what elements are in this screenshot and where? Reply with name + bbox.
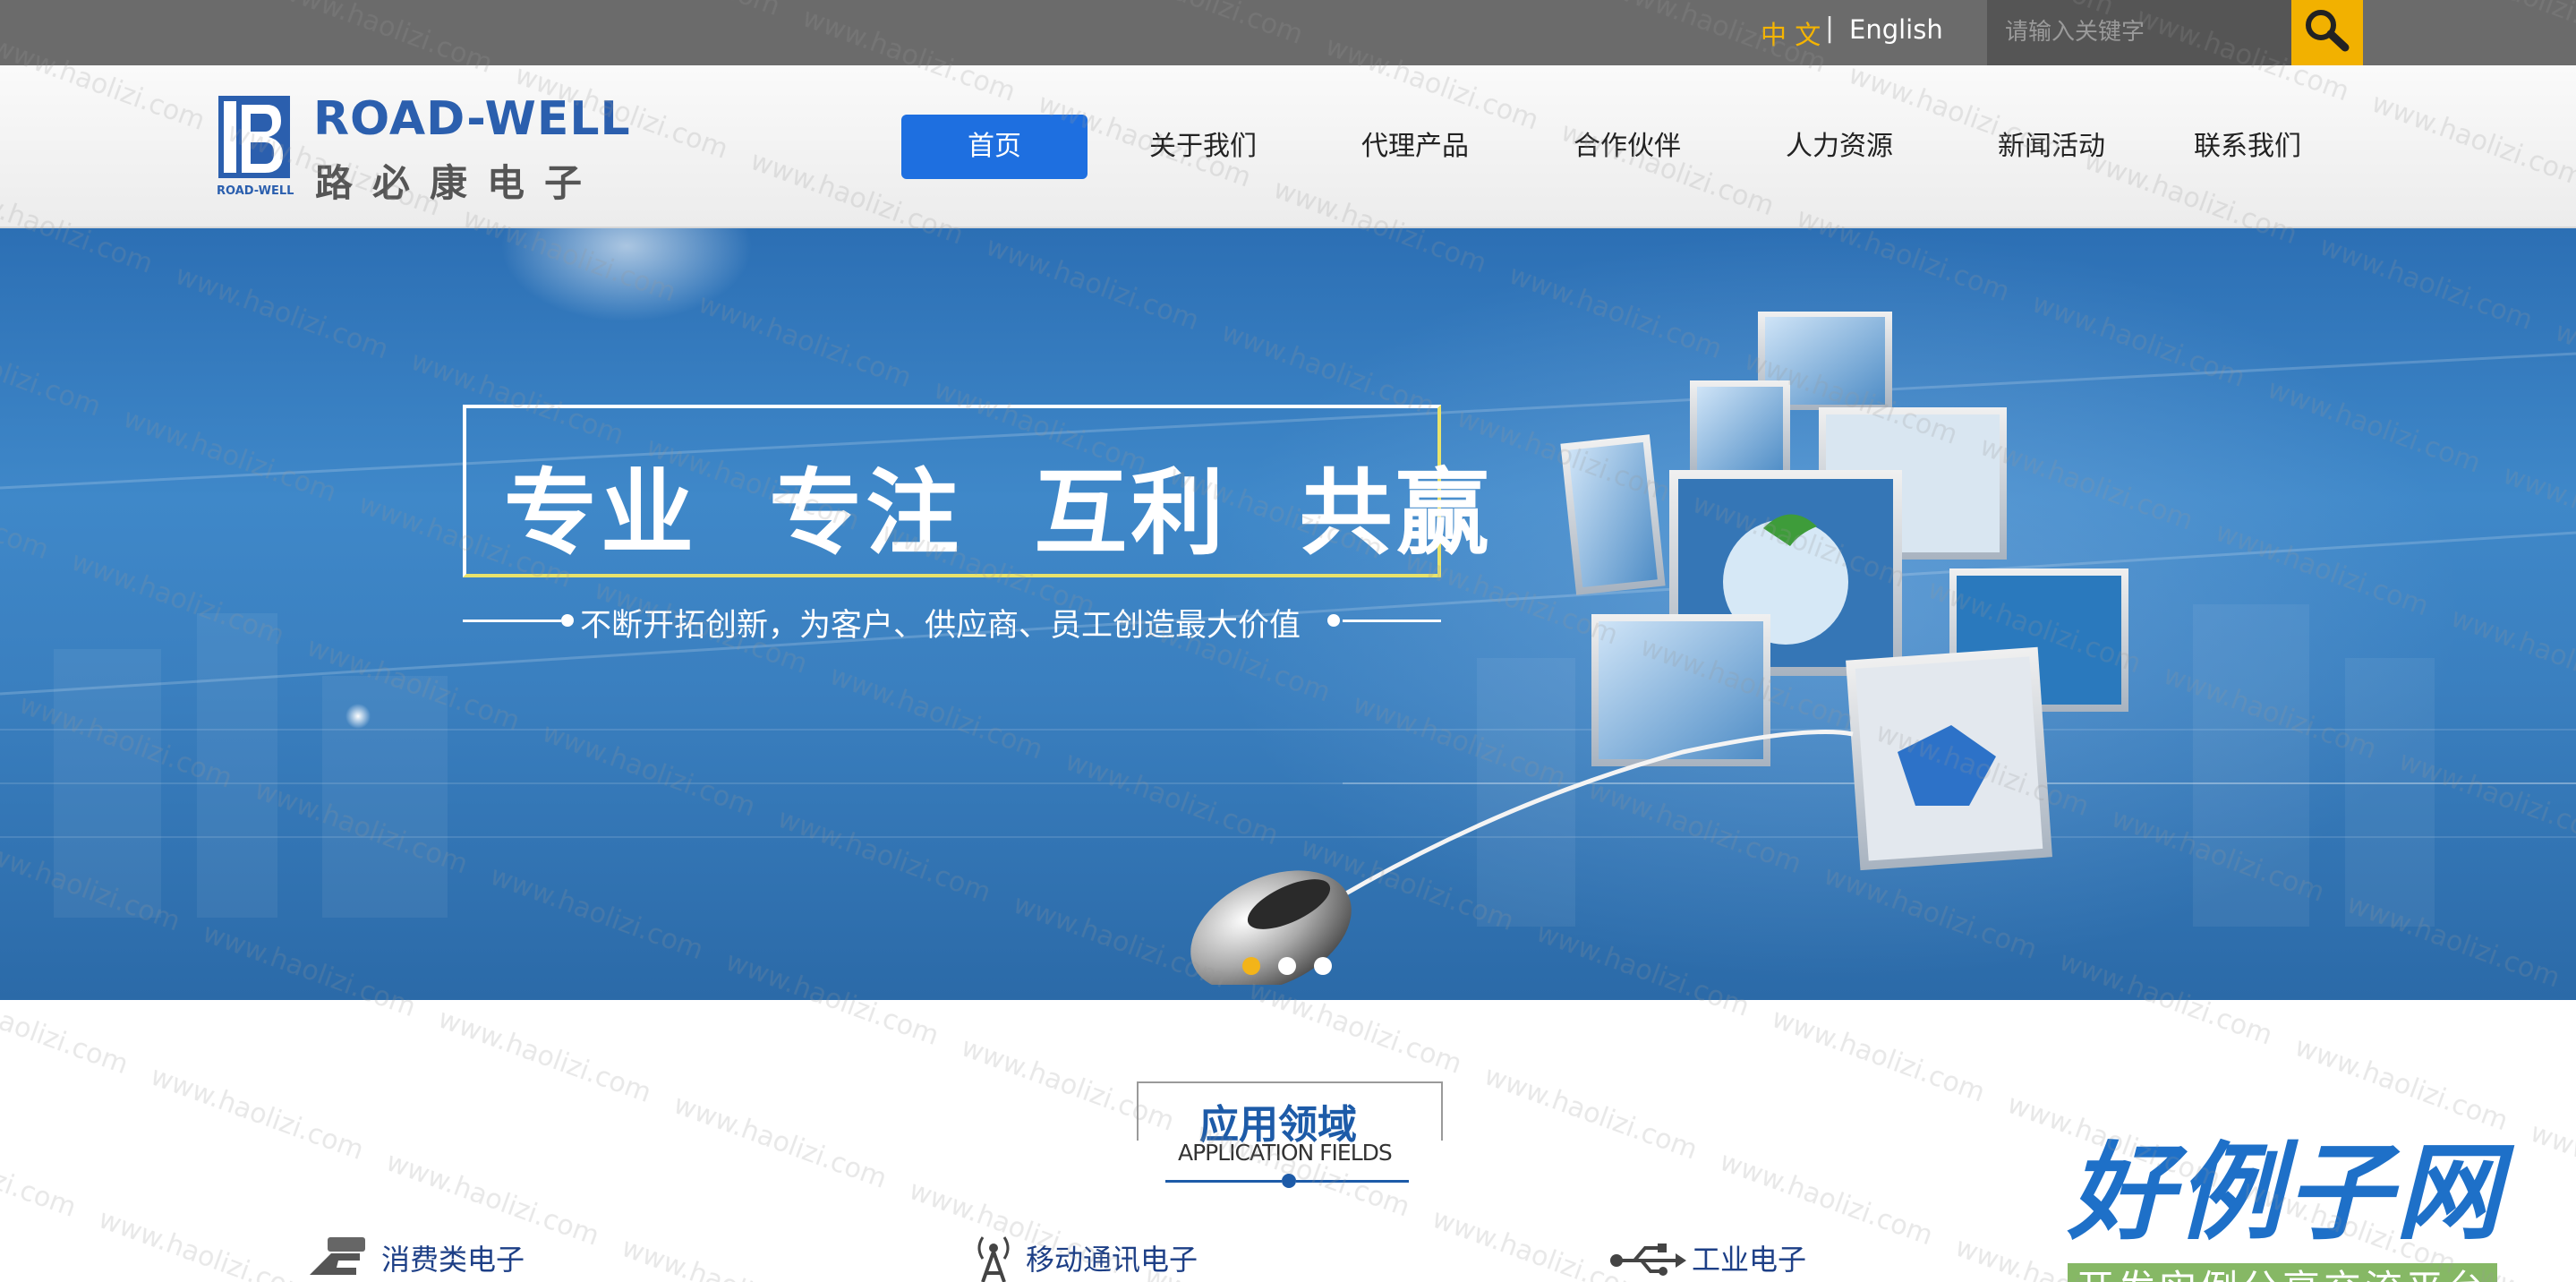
nav-item-about[interactable]: 关于我们 bbox=[1088, 115, 1318, 179]
watermark-subtitle: 开发实例分享交流平台 bbox=[2068, 1263, 2497, 1282]
hand-device-icon bbox=[310, 1237, 365, 1275]
field-industrial-electronics[interactable]: 工业电子 bbox=[1608, 1234, 1806, 1282]
slider-dot-2[interactable] bbox=[1278, 957, 1296, 975]
search-input[interactable] bbox=[2005, 16, 2273, 48]
section-title-en: APPLICATION FIELDS bbox=[1178, 1140, 1393, 1166]
nav-item-home[interactable]: 首页 bbox=[901, 115, 1088, 179]
slider-dot-1[interactable] bbox=[1242, 957, 1260, 975]
nav-item-partners[interactable]: 合作伙伴 bbox=[1512, 115, 1743, 179]
slider-dot-3[interactable] bbox=[1314, 957, 1332, 975]
section-underline-right bbox=[1296, 1180, 1409, 1183]
field-label: 消费类电子 bbox=[381, 1243, 525, 1277]
field-label: 工业电子 bbox=[1692, 1243, 1807, 1277]
watermark-title: 好例子网 bbox=[2068, 1131, 2505, 1254]
logo-mark-caption: ROAD-WELL bbox=[217, 184, 294, 198]
slider-dots bbox=[1242, 957, 1350, 975]
top-bar: 中 文 | English bbox=[0, 0, 2576, 65]
field-mobile-communication[interactable]: 移动通讯电子 bbox=[967, 1234, 1198, 1282]
antenna-icon bbox=[977, 1236, 1010, 1282]
nav-item-products[interactable]: 代理产品 bbox=[1318, 115, 1512, 179]
road-well-logo-mark[interactable]: ROAD-WELL bbox=[215, 92, 297, 198]
main-nav: 首页 关于我们 代理产品 合作伙伴 人力资源 新闻活动 联系我们 bbox=[901, 115, 2328, 179]
usb-icon bbox=[1610, 1244, 1686, 1276]
search-box bbox=[1987, 0, 2291, 65]
nav-item-contact[interactable]: 联系我们 bbox=[2167, 115, 2328, 179]
field-label: 移动通讯电子 bbox=[1026, 1243, 1198, 1277]
search-button[interactable] bbox=[2291, 0, 2363, 65]
nav-item-news[interactable]: 新闻活动 bbox=[1936, 115, 2167, 179]
section-underline-left bbox=[1165, 1180, 1282, 1183]
network-monitors-illustration bbox=[1190, 312, 2128, 985]
nav-item-hr[interactable]: 人力资源 bbox=[1743, 115, 1936, 179]
tagline-line-left bbox=[463, 620, 561, 622]
site-header: ROAD-WELL ROAD-WELL 路必康电子 首页 关于我们 代理产品 合… bbox=[0, 65, 2576, 228]
hero-banner[interactable]: 专业 专注 互利 共赢 不断开拓创新，为客户、供应商、员工创造最大价值 bbox=[0, 228, 2576, 1000]
field-consumer-electronics[interactable]: 消费类电子 bbox=[304, 1234, 525, 1282]
lang-english-link[interactable]: English bbox=[1849, 14, 1943, 45]
tagline-dot-left bbox=[561, 614, 574, 627]
lang-separator: | bbox=[1825, 13, 1835, 44]
search-icon bbox=[2306, 10, 2350, 52]
section-underline-dot bbox=[1282, 1174, 1296, 1188]
logo-text-en: ROAD-WELL bbox=[313, 92, 631, 146]
logo-text-cn: 路必康电子 bbox=[315, 161, 602, 205]
lang-chinese-link[interactable]: 中 文 bbox=[1761, 14, 1821, 52]
haolizi-watermark-logo: 好例子网 开发实例分享交流平台 bbox=[2068, 1107, 2504, 1282]
